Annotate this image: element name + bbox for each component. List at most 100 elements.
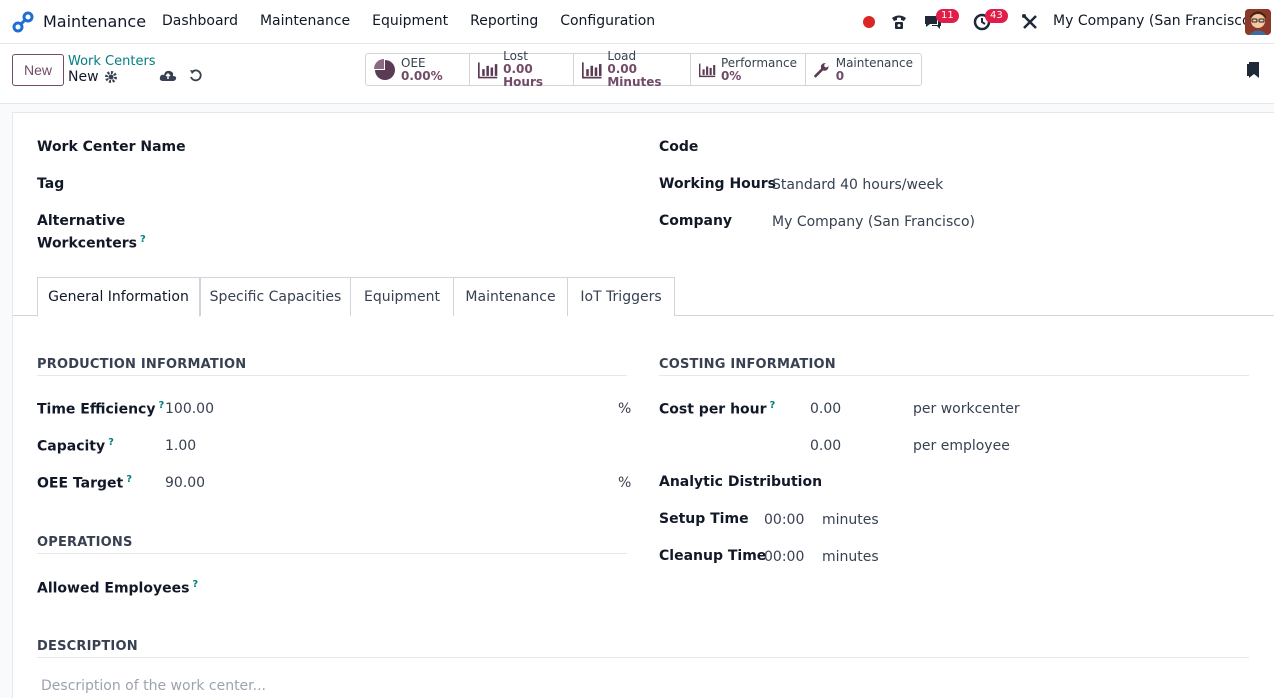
menu-dashboard[interactable]: Dashboard — [162, 13, 238, 29]
tab-specific-capacities[interactable]: Specific Capacities — [200, 277, 351, 316]
capacity-input[interactable]: 1.00 — [165, 438, 196, 454]
capacity-label: Capacity? — [37, 437, 114, 455]
oee-target-label: OEE Target? — [37, 474, 132, 492]
avatar-image-icon — [1245, 9, 1271, 35]
tab-general-information[interactable]: General Information — [37, 277, 200, 317]
tag-label: Tag — [37, 176, 65, 192]
app-name[interactable]: Maintenance — [43, 12, 146, 31]
time-efficiency-unit: % — [618, 401, 632, 417]
section-divider — [37, 657, 1249, 658]
code-label: Code — [659, 139, 699, 155]
help-tooltip-icon[interactable]: ? — [770, 400, 776, 411]
capacity-label-text: Capacity — [37, 438, 106, 455]
tab-equipment[interactable]: Equipment — [350, 277, 454, 316]
bar-chart-icon — [478, 61, 498, 78]
oee-target-input[interactable]: 90.00 — [165, 475, 205, 491]
alternative-workcenters-label: Workcenters? — [37, 234, 146, 252]
production-information-title: PRODUCTION INFORMATION — [37, 357, 247, 372]
pie-chart-icon — [374, 58, 395, 80]
description-title: DESCRIPTION — [37, 639, 138, 654]
setup-time-input[interactable]: 00:00 — [764, 512, 804, 528]
notebook-tabs: General Information Specific Capacities … — [13, 277, 1274, 317]
cost-per-workcenter-input[interactable]: 0.00 — [810, 401, 841, 417]
load-stat-button[interactable]: Load 0.00 Minutes — [574, 50, 691, 89]
user-avatar[interactable] — [1245, 9, 1271, 35]
load-value: 0.00 Minutes — [607, 62, 662, 89]
tools-icon[interactable] — [1020, 12, 1040, 32]
oee-label: OEE — [401, 55, 426, 70]
alternative-workcenters-label-line2: Workcenters — [37, 235, 137, 252]
maintenance-label: Maintenance — [835, 55, 913, 70]
main-menu: Dashboard Maintenance Equipment Reportin… — [162, 13, 677, 29]
performance-value: 0% — [720, 68, 742, 83]
help-tooltip-icon[interactable]: ? — [192, 579, 198, 590]
activities-badge: 43 — [985, 9, 1008, 23]
phone-icon[interactable] — [889, 12, 909, 32]
cleanup-time-unit: minutes — [822, 549, 879, 565]
cost-per-hour-label: Cost per hour? — [659, 400, 775, 418]
alternative-workcenters-label-line1: Alternative — [37, 213, 126, 229]
section-divider — [37, 375, 627, 376]
costing-information-title: COSTING INFORMATION — [659, 357, 836, 372]
section-divider — [659, 375, 1249, 376]
oee-target-label-text: OEE Target — [37, 475, 124, 492]
help-tooltip-icon[interactable]: ? — [140, 234, 146, 245]
cost-per-employee-unit: per employee — [913, 438, 1010, 454]
bar-chart-icon — [699, 63, 716, 77]
menu-reporting[interactable]: Reporting — [470, 13, 538, 29]
form-sheet: Work Center Name Tag Alternative Workcen… — [12, 112, 1274, 698]
performance-label: Performance — [720, 55, 797, 70]
working-hours-label: Working Hours — [659, 176, 776, 192]
working-hours-field[interactable]: Standard 40 hours/week — [772, 177, 943, 193]
bookmark-icon[interactable] — [1247, 62, 1259, 78]
company-field[interactable]: My Company (San Francisco) — [772, 214, 975, 230]
control-panel: New Work Centers New OEE 0.00% Lost 0.00… — [0, 44, 1274, 104]
menu-equipment[interactable]: Equipment — [372, 13, 448, 29]
breadcrumb-work-centers[interactable]: Work Centers — [68, 54, 156, 69]
company-label: Company — [659, 213, 733, 229]
cleanup-time-input[interactable]: 00:00 — [764, 549, 804, 565]
stat-buttons: OEE 0.00% Lost 0.00 Hours Load 0.00 Minu… — [365, 50, 922, 89]
time-efficiency-label-text: Time Efficiency — [37, 401, 156, 418]
help-tooltip-icon[interactable]: ? — [108, 437, 114, 448]
performance-stat-button[interactable]: Performance 0% — [691, 54, 806, 85]
recording-indicator-icon[interactable] — [863, 16, 875, 28]
allowed-employees-label: Allowed Employees? — [37, 579, 198, 597]
cost-per-workcenter-unit: per workcenter — [913, 401, 1020, 417]
maintenance-stat-button[interactable]: Maintenance 0 — [806, 54, 921, 85]
help-tooltip-icon[interactable]: ? — [158, 400, 164, 411]
company-switcher[interactable]: My Company (San Francisco) — [1053, 13, 1256, 29]
analytic-distribution-label: Analytic Distribution — [659, 474, 823, 490]
menu-configuration[interactable]: Configuration — [560, 13, 655, 29]
maintenance-value: 0 — [835, 68, 845, 83]
menu-maintenance[interactable]: Maintenance — [260, 13, 350, 29]
operations-title: OPERATIONS — [37, 535, 133, 550]
lost-stat-button[interactable]: Lost 0.00 Hours — [470, 50, 574, 89]
oee-target-unit: % — [618, 475, 632, 491]
allowed-employees-label-text: Allowed Employees — [37, 580, 190, 597]
discard-undo-icon[interactable] — [188, 68, 204, 84]
setup-time-unit: minutes — [822, 512, 879, 528]
cost-per-employee-input[interactable]: 0.00 — [810, 438, 841, 454]
description-input[interactable]: Description of the work center... — [41, 678, 266, 694]
cleanup-time-label: Cleanup Time — [659, 548, 767, 564]
tab-iot-triggers[interactable]: IoT Triggers — [567, 277, 675, 316]
save-cloud-icon[interactable] — [159, 68, 177, 84]
maintenance-app-icon[interactable] — [12, 11, 34, 33]
lost-value: 0.00 Hours — [503, 62, 544, 89]
tab-maintenance[interactable]: Maintenance — [453, 277, 568, 316]
time-efficiency-input[interactable]: 100.00 — [165, 401, 214, 417]
time-efficiency-label: Time Efficiency? — [37, 400, 164, 418]
oee-stat-button[interactable]: OEE 0.00% — [366, 54, 470, 85]
wrench-icon — [814, 62, 829, 77]
top-navbar: Maintenance Dashboard Maintenance Equipm… — [0, 0, 1274, 44]
work-center-name-label: Work Center Name — [37, 139, 186, 155]
breadcrumb-current: New — [68, 69, 99, 85]
messages-badge: 11 — [936, 9, 959, 23]
bar-chart-icon — [582, 61, 602, 78]
cost-per-hour-label-text: Cost per hour — [659, 401, 767, 418]
help-tooltip-icon[interactable]: ? — [126, 474, 132, 485]
new-button[interactable]: New — [12, 54, 64, 86]
gear-icon[interactable] — [104, 70, 118, 84]
section-divider — [37, 553, 627, 554]
